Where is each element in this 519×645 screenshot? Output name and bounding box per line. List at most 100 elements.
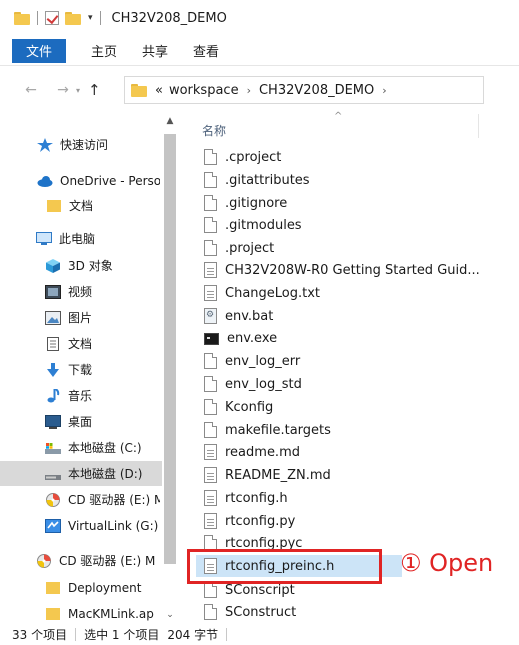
up-arrow-icon[interactable]: ↑ xyxy=(88,81,101,99)
console-exe-icon xyxy=(204,333,219,345)
breadcrumb-overflow[interactable]: « xyxy=(155,83,163,98)
file-row[interactable]: env_log_err xyxy=(196,350,486,372)
nav-item-label: 3D 对象 xyxy=(68,259,113,273)
annotation-open-label: ① Open xyxy=(400,549,494,577)
folder-icon xyxy=(45,581,61,595)
cd-drive-icon xyxy=(36,553,52,568)
file-row[interactable]: ChangeLog.txt xyxy=(196,282,486,304)
nav-item-desktop[interactable]: 桌面 xyxy=(0,409,160,434)
nav-item-music[interactable]: 音乐 xyxy=(0,383,160,408)
file-row[interactable]: .gitmodules xyxy=(196,214,486,236)
blank-file-icon xyxy=(204,582,217,598)
column-header-name[interactable]: 名称 xyxy=(202,122,226,139)
folder-icon xyxy=(131,83,147,97)
nav-item-label: 图片 xyxy=(68,311,93,325)
column-divider[interactable] xyxy=(478,114,479,138)
nav-item-label: 此电脑 xyxy=(59,232,96,246)
nav-item-this-pc[interactable]: 此电脑 xyxy=(0,226,160,251)
nav-item-downloads[interactable]: 下载 xyxy=(0,357,160,382)
status-separator xyxy=(226,628,228,641)
scrollbar-thumb[interactable] xyxy=(164,134,176,564)
file-name: .project xyxy=(225,240,275,256)
file-row[interactable]: README_ZN.md xyxy=(196,464,486,486)
breadcrumb-separator[interactable]: › xyxy=(382,84,386,97)
breadcrumb-current[interactable]: CH32V208_DEMO xyxy=(259,83,374,98)
recent-locations-dropdown[interactable]: ▾ xyxy=(76,86,80,95)
nav-item-drive-c[interactable]: 本地磁盘 (C:) xyxy=(0,435,160,460)
file-name: SConstruct xyxy=(225,604,297,620)
file-row[interactable]: .gitattributes xyxy=(196,169,486,191)
file-row[interactable]: Kconfig xyxy=(196,396,486,418)
new-folder-icon[interactable] xyxy=(65,11,81,25)
tab-share[interactable]: 共享 xyxy=(142,41,168,60)
file-row[interactable]: CH32V208W-R0 Getting Started Guid... xyxy=(196,259,486,281)
folder-icon[interactable] xyxy=(14,11,30,25)
tab-home[interactable]: 主页 xyxy=(91,41,117,60)
file-row[interactable]: env.exe xyxy=(196,327,486,349)
address-bar[interactable]: « workspace › CH32V208_DEMO › xyxy=(124,76,484,104)
nav-item-3d-objects[interactable]: 3D 对象 xyxy=(0,253,160,278)
computer-icon xyxy=(36,231,52,246)
customize-toolbar-dropdown[interactable]: ▾ xyxy=(88,13,93,23)
tab-file[interactable]: 文件 xyxy=(12,38,66,63)
music-icon xyxy=(45,387,61,403)
documents-icon xyxy=(45,336,61,351)
nav-scrollbar[interactable]: ▲ ⌄ xyxy=(162,112,178,624)
scroll-up-arrow-icon[interactable]: ▲ xyxy=(162,116,178,126)
file-row[interactable]: .cproject xyxy=(196,146,486,168)
blank-file-icon xyxy=(204,240,217,256)
properties-icon[interactable] xyxy=(45,11,59,25)
file-name: readme.md xyxy=(225,444,300,460)
desktop-icon xyxy=(45,414,61,429)
download-icon xyxy=(45,362,61,377)
nav-item-quick-access[interactable]: 快速访问 xyxy=(0,132,160,157)
file-row[interactable]: rtconfig.py xyxy=(196,510,486,532)
nav-item-virtuallink[interactable]: VirtualLink (G:) xyxy=(0,513,160,538)
blank-file-icon xyxy=(204,604,217,620)
breadcrumb-workspace[interactable]: workspace xyxy=(169,83,239,98)
file-row[interactable]: env_log_std xyxy=(196,373,486,395)
blank-file-icon xyxy=(204,195,217,211)
item-count: 33 个项目 xyxy=(12,628,68,642)
nav-item-label: 快速访问 xyxy=(60,138,109,152)
file-name: ChangeLog.txt xyxy=(225,285,321,301)
window-title: CH32V208_DEMO xyxy=(111,10,227,26)
file-row[interactable]: readme.md xyxy=(196,441,486,463)
nav-item-onedrive[interactable]: OneDrive - Perso xyxy=(0,168,160,193)
file-row[interactable]: SConstruct xyxy=(196,601,486,623)
nav-item-label: CD 驱动器 (E:) M xyxy=(59,554,156,568)
status-separator xyxy=(75,628,77,641)
nav-item-videos[interactable]: 视频 xyxy=(0,279,160,304)
nav-item-documents[interactable]: 文档 xyxy=(0,331,160,356)
tab-view[interactable]: 查看 xyxy=(193,41,219,60)
toolbar-separator xyxy=(37,11,38,25)
file-row[interactable]: rtconfig.h xyxy=(196,487,486,509)
back-arrow-icon[interactable]: ← xyxy=(20,82,42,98)
nav-item-cd-drive[interactable]: CD 驱动器 (E:) M xyxy=(0,487,160,512)
text-file-icon xyxy=(204,467,217,483)
nav-item-cd-drive-root[interactable]: CD 驱动器 (E:) M xyxy=(0,548,160,573)
nav-item-label: MacKMLink.ap xyxy=(68,606,154,621)
breadcrumb-separator[interactable]: › xyxy=(247,84,251,97)
file-name: README_ZN.md xyxy=(225,467,331,483)
nav-item-pictures[interactable]: 图片 xyxy=(0,305,160,330)
nav-item-deployment[interactable]: Deployment xyxy=(0,575,160,600)
forward-arrow-icon[interactable]: → xyxy=(52,82,74,98)
nav-item-drive-d[interactable]: 本地磁盘 (D:) xyxy=(0,461,162,486)
folder-icon xyxy=(46,199,62,213)
scroll-down-arrow-icon[interactable]: ⌄ xyxy=(162,610,178,620)
selection-size: 204 字节 xyxy=(167,628,219,642)
blank-file-icon xyxy=(204,149,217,165)
file-row[interactable]: .project xyxy=(196,237,486,259)
file-row[interactable]: makefile.targets xyxy=(196,419,486,441)
file-name: env.bat xyxy=(225,308,274,324)
nav-item-onedrive-documents[interactable]: 文档 xyxy=(0,193,160,218)
nav-item-label: 本地磁盘 (D:) xyxy=(68,467,143,481)
file-name: SConscript xyxy=(225,582,295,598)
file-name: CH32V208W-R0 Getting Started Guid... xyxy=(225,262,480,278)
nav-item-mackmlink[interactable]: MacKMLink.ap xyxy=(0,601,160,622)
file-row[interactable]: .gitignore xyxy=(196,192,486,214)
nav-item-label: 音乐 xyxy=(68,389,93,403)
file-row[interactable]: env.bat xyxy=(196,305,486,327)
file-name: makefile.targets xyxy=(225,422,331,438)
